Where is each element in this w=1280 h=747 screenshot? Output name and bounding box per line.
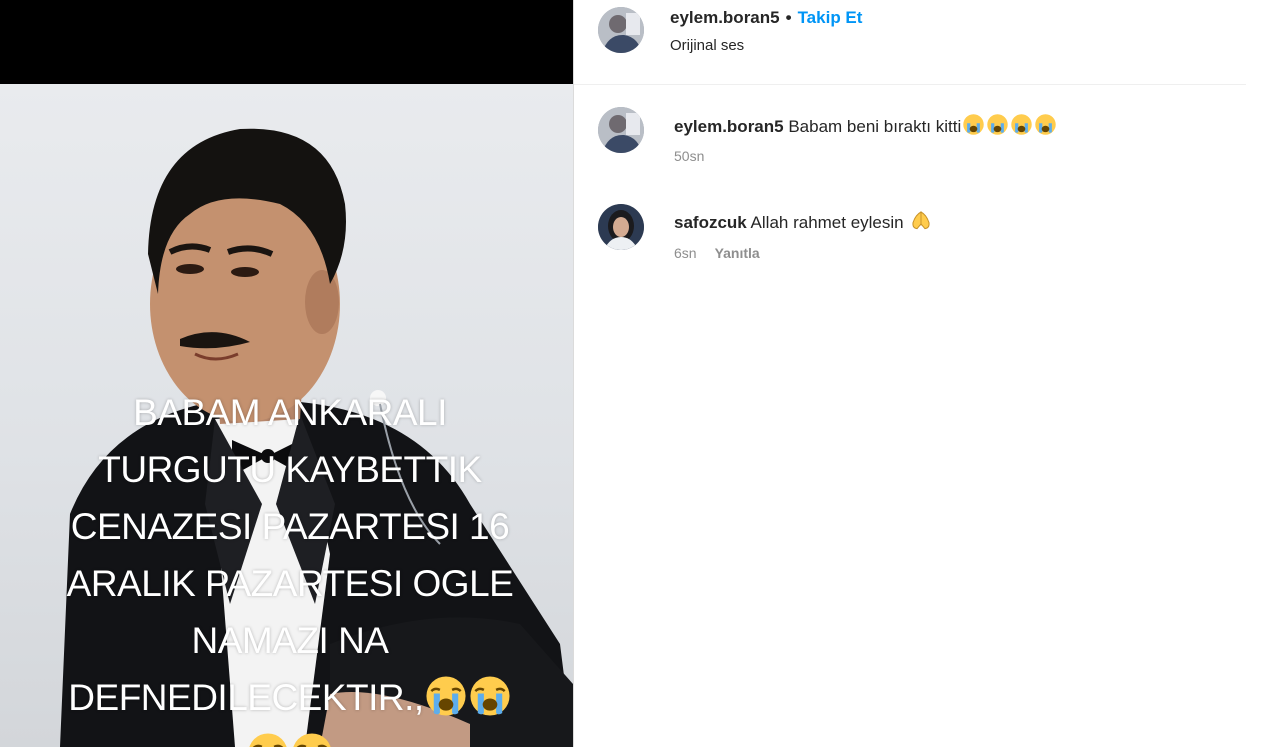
post-photo: BABAM ANKARALI TURGUTU KAYBETTIK CENAZES… bbox=[0, 84, 573, 747]
avatar[interactable] bbox=[598, 7, 644, 53]
comment-text: Allah rahmet eylesin bbox=[750, 213, 904, 232]
comment-text: Babam beni bıraktı kitti bbox=[788, 117, 962, 136]
loudly-crying-face-icon bbox=[962, 113, 985, 141]
loudly-crying-face-icon bbox=[468, 669, 512, 726]
post-media[interactable]: BABAM ANKARALI TURGUTU KAYBETTIK CENAZES… bbox=[0, 0, 573, 747]
audio-label[interactable]: Orijinal ses bbox=[670, 37, 744, 54]
loudly-crying-face-icon bbox=[986, 113, 1009, 141]
comment-item: safozcuk Allah rahmet eylesin 6sn Yanıtla bbox=[574, 200, 1246, 280]
comment-item: eylem.boran5 Babam beni bıraktı kitti 50… bbox=[574, 105, 1246, 185]
loudly-crying-face-icon bbox=[1010, 113, 1033, 141]
window-edge bbox=[1246, 0, 1280, 747]
loudly-crying-face-icon bbox=[1034, 113, 1057, 141]
loudly-crying-face-icon bbox=[290, 726, 334, 747]
avatar[interactable] bbox=[598, 204, 644, 250]
comment-time: 50sn bbox=[674, 148, 705, 164]
loudly-crying-face-icon bbox=[246, 726, 290, 747]
separator-dot: • bbox=[785, 8, 792, 27]
post-overlay-caption: BABAM ANKARALI TURGUTU KAYBETTIK CENAZES… bbox=[30, 384, 550, 747]
comment-username[interactable]: eylem.boran5 bbox=[674, 117, 784, 136]
follow-button[interactable]: Takip Et bbox=[798, 8, 863, 27]
reply-button[interactable]: Yanıtla bbox=[715, 245, 760, 261]
folded-hands-icon bbox=[909, 208, 933, 237]
header-username[interactable]: eylem.boran5 bbox=[670, 8, 780, 27]
post-header: eylem.boran5 • Takip Et Orijinal ses bbox=[574, 0, 1246, 85]
post-details-pane: eylem.boran5 • Takip Et Orijinal ses eylem… bbox=[574, 0, 1246, 747]
avatar[interactable] bbox=[598, 107, 644, 153]
loudly-crying-face-icon bbox=[424, 669, 468, 726]
comment-username[interactable]: safozcuk bbox=[674, 213, 747, 232]
comment-time: 6sn bbox=[674, 245, 697, 261]
